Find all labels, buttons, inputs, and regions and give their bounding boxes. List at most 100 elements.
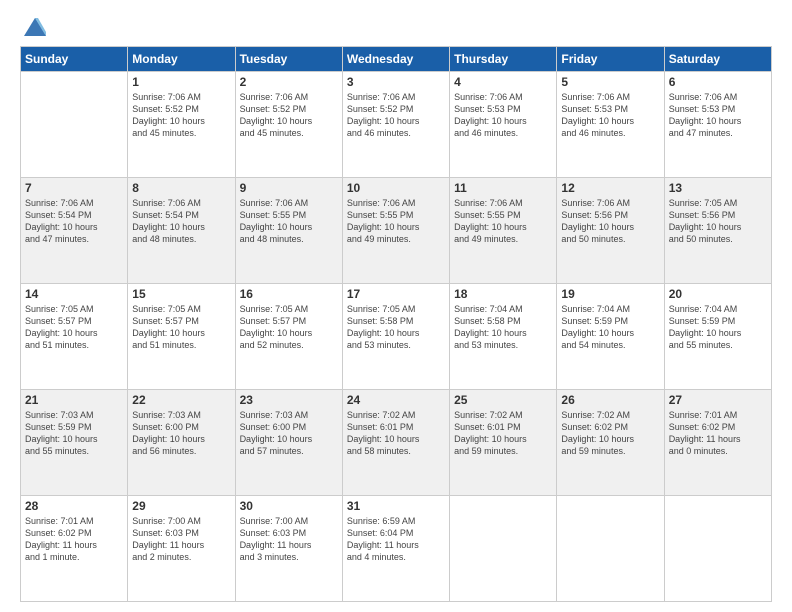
- day-info: Sunrise: 7:03 AM Sunset: 6:00 PM Dayligh…: [240, 409, 338, 458]
- day-info: Sunrise: 7:00 AM Sunset: 6:03 PM Dayligh…: [240, 515, 338, 564]
- calendar-cell: 14 Sunrise: 7:05 AM Sunset: 5:57 PM Dayli…: [21, 284, 128, 390]
- weekday-friday: Friday: [557, 47, 664, 72]
- day-info: Sunrise: 7:01 AM Sunset: 6:02 PM Dayligh…: [25, 515, 123, 564]
- weekday-thursday: Thursday: [450, 47, 557, 72]
- week-row-4: 28 Sunrise: 7:01 AM Sunset: 6:02 PM Dayli…: [21, 496, 772, 602]
- day-info: Sunrise: 7:06 AM Sunset: 5:55 PM Dayligh…: [240, 197, 338, 246]
- day-number: 30: [240, 499, 338, 513]
- calendar-cell: 4Sunrise: 7:06 AM Sunset: 5:53 PM Daylig…: [450, 72, 557, 178]
- calendar-cell: 2 Sunrise: 7:06 AM Sunset: 5:52 PM Daylig…: [235, 72, 342, 178]
- day-info: Sunrise: 7:02 AM Sunset: 6:02 PM Dayligh…: [561, 409, 659, 458]
- calendar-cell: 8 Sunrise: 7:06 AM Sunset: 5:54 PM Daylig…: [128, 178, 235, 284]
- day-number: 7: [25, 181, 123, 195]
- day-info: Sunrise: 7:06 AM Sunset: 5:55 PM Dayligh…: [454, 197, 552, 246]
- day-number: 17: [347, 287, 445, 301]
- calendar-cell: 28 Sunrise: 7:01 AM Sunset: 6:02 PM Dayli…: [21, 496, 128, 602]
- day-info: Sunrise: 7:06 AM Sunset: 5:54 PM Dayligh…: [25, 197, 123, 246]
- calendar-cell: 22 Sunrise: 7:03 AM Sunset: 6:00 PM Dayli…: [128, 390, 235, 496]
- calendar-cell: 11 Sunrise: 7:06 AM Sunset: 5:55 PM Dayli…: [450, 178, 557, 284]
- day-info: Sunrise: 7:05 AM Sunset: 5:56 PM Dayligh…: [669, 197, 767, 246]
- calendar-cell: 13 Sunrise: 7:05 AM Sunset: 5:56 PM Dayli…: [664, 178, 771, 284]
- day-number: 9: [240, 181, 338, 195]
- day-info: Sunrise: 7:03 AM Sunset: 5:59 PM Dayligh…: [25, 409, 123, 458]
- day-info: Sunrise: 7:03 AM Sunset: 6:00 PM Dayligh…: [132, 409, 230, 458]
- day-info: Sunrise: 7:05 AM Sunset: 5:58 PM Dayligh…: [347, 303, 445, 352]
- day-number: 2: [240, 75, 338, 89]
- day-info: Sunrise: 7:05 AM Sunset: 5:57 PM Dayligh…: [25, 303, 123, 352]
- day-info: Sunrise: 7:06 AM Sunset: 5:52 PM Dayligh…: [240, 91, 338, 140]
- day-number: 31: [347, 499, 445, 513]
- week-row-1: 7 Sunrise: 7:06 AM Sunset: 5:54 PM Daylig…: [21, 178, 772, 284]
- calendar-cell: 17 Sunrise: 7:05 AM Sunset: 5:58 PM Dayli…: [342, 284, 449, 390]
- day-info: Sunrise: 7:06 AM Sunset: 5:53 PM Dayligh…: [669, 91, 767, 140]
- day-info: Sunrise: 7:02 AM Sunset: 6:01 PM Dayligh…: [347, 409, 445, 458]
- calendar-cell: 9 Sunrise: 7:06 AM Sunset: 5:55 PM Daylig…: [235, 178, 342, 284]
- calendar-cell: 19Sunrise: 7:04 AM Sunset: 5:59 PM Dayli…: [557, 284, 664, 390]
- calendar-cell: 16 Sunrise: 7:05 AM Sunset: 5:57 PM Dayli…: [235, 284, 342, 390]
- day-number: 3: [347, 75, 445, 89]
- day-info: Sunrise: 6:59 AM Sunset: 6:04 PM Dayligh…: [347, 515, 445, 564]
- calendar-cell: [557, 496, 664, 602]
- day-number: 6: [669, 75, 767, 89]
- week-row-0: 1 Sunrise: 7:06 AM Sunset: 5:52 PM Daylig…: [21, 72, 772, 178]
- day-number: 10: [347, 181, 445, 195]
- calendar-cell: 12Sunrise: 7:06 AM Sunset: 5:56 PM Dayli…: [557, 178, 664, 284]
- weekday-sunday: Sunday: [21, 47, 128, 72]
- day-info: Sunrise: 7:06 AM Sunset: 5:52 PM Dayligh…: [347, 91, 445, 140]
- day-number: 20: [669, 287, 767, 301]
- calendar-cell: [450, 496, 557, 602]
- calendar-cell: [21, 72, 128, 178]
- week-row-2: 14 Sunrise: 7:05 AM Sunset: 5:57 PM Dayli…: [21, 284, 772, 390]
- day-info: Sunrise: 7:06 AM Sunset: 5:54 PM Dayligh…: [132, 197, 230, 246]
- day-info: Sunrise: 7:01 AM Sunset: 6:02 PM Dayligh…: [669, 409, 767, 458]
- day-number: 1: [132, 75, 230, 89]
- calendar-table: SundayMondayTuesdayWednesdayThursdayFrid…: [20, 46, 772, 602]
- weekday-header-row: SundayMondayTuesdayWednesdayThursdayFrid…: [21, 47, 772, 72]
- day-info: Sunrise: 7:06 AM Sunset: 5:53 PM Dayligh…: [454, 91, 552, 140]
- day-info: Sunrise: 7:04 AM Sunset: 5:59 PM Dayligh…: [669, 303, 767, 352]
- calendar-cell: 27 Sunrise: 7:01 AM Sunset: 6:02 PM Dayli…: [664, 390, 771, 496]
- calendar-cell: 18 Sunrise: 7:04 AM Sunset: 5:58 PM Dayli…: [450, 284, 557, 390]
- day-info: Sunrise: 7:05 AM Sunset: 5:57 PM Dayligh…: [132, 303, 230, 352]
- week-row-3: 21 Sunrise: 7:03 AM Sunset: 5:59 PM Dayli…: [21, 390, 772, 496]
- day-number: 15: [132, 287, 230, 301]
- logo: [20, 18, 46, 36]
- day-number: 16: [240, 287, 338, 301]
- calendar-cell: 7 Sunrise: 7:06 AM Sunset: 5:54 PM Daylig…: [21, 178, 128, 284]
- day-number: 14: [25, 287, 123, 301]
- calendar-cell: 20 Sunrise: 7:04 AM Sunset: 5:59 PM Dayli…: [664, 284, 771, 390]
- calendar-cell: 5Sunrise: 7:06 AM Sunset: 5:53 PM Daylig…: [557, 72, 664, 178]
- day-number: 23: [240, 393, 338, 407]
- day-number: 29: [132, 499, 230, 513]
- weekday-monday: Monday: [128, 47, 235, 72]
- day-number: 25: [454, 393, 552, 407]
- calendar-cell: 1 Sunrise: 7:06 AM Sunset: 5:52 PM Daylig…: [128, 72, 235, 178]
- day-number: 8: [132, 181, 230, 195]
- calendar-cell: 31 Sunrise: 6:59 AM Sunset: 6:04 PM Dayli…: [342, 496, 449, 602]
- day-number: 21: [25, 393, 123, 407]
- day-number: 28: [25, 499, 123, 513]
- day-info: Sunrise: 7:06 AM Sunset: 5:53 PM Dayligh…: [561, 91, 659, 140]
- calendar-cell: 26Sunrise: 7:02 AM Sunset: 6:02 PM Dayli…: [557, 390, 664, 496]
- day-number: 12: [561, 181, 659, 195]
- calendar-cell: 29Sunrise: 7:00 AM Sunset: 6:03 PM Dayli…: [128, 496, 235, 602]
- page: SundayMondayTuesdayWednesdayThursdayFrid…: [0, 0, 792, 612]
- day-info: Sunrise: 7:05 AM Sunset: 5:57 PM Dayligh…: [240, 303, 338, 352]
- day-number: 22: [132, 393, 230, 407]
- header: [20, 18, 772, 36]
- day-number: 13: [669, 181, 767, 195]
- day-info: Sunrise: 7:06 AM Sunset: 5:52 PM Dayligh…: [132, 91, 230, 140]
- logo-icon: [24, 18, 46, 36]
- calendar-cell: 24 Sunrise: 7:02 AM Sunset: 6:01 PM Dayli…: [342, 390, 449, 496]
- weekday-saturday: Saturday: [664, 47, 771, 72]
- day-number: 24: [347, 393, 445, 407]
- day-number: 27: [669, 393, 767, 407]
- day-number: 18: [454, 287, 552, 301]
- day-info: Sunrise: 7:06 AM Sunset: 5:55 PM Dayligh…: [347, 197, 445, 246]
- calendar-cell: [664, 496, 771, 602]
- day-number: 11: [454, 181, 552, 195]
- calendar-cell: 3 Sunrise: 7:06 AM Sunset: 5:52 PM Daylig…: [342, 72, 449, 178]
- weekday-tuesday: Tuesday: [235, 47, 342, 72]
- calendar-cell: 30 Sunrise: 7:00 AM Sunset: 6:03 PM Dayli…: [235, 496, 342, 602]
- day-info: Sunrise: 7:04 AM Sunset: 5:58 PM Dayligh…: [454, 303, 552, 352]
